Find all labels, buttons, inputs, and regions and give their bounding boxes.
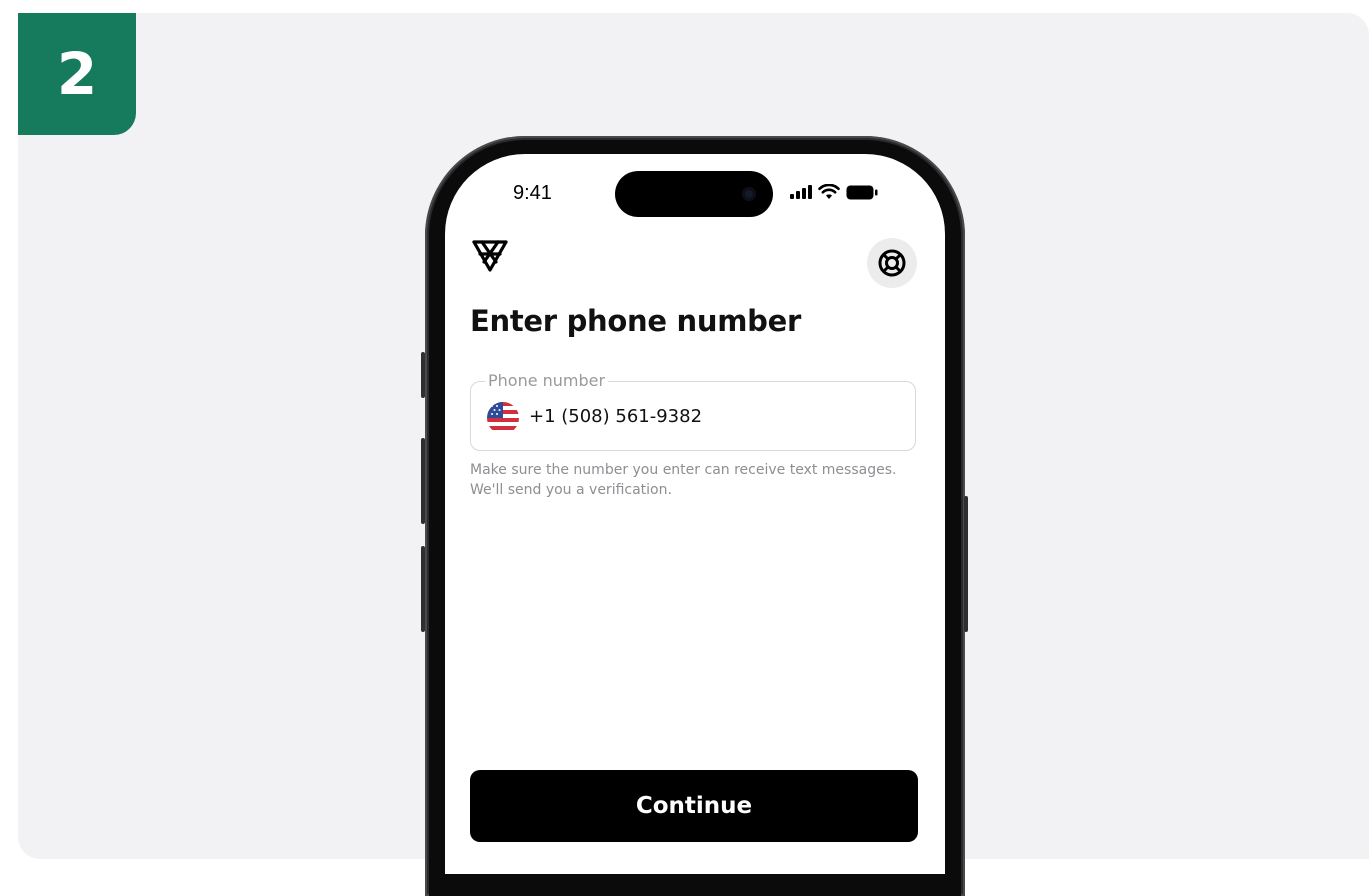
dynamic-island bbox=[615, 171, 773, 217]
side-button-action bbox=[421, 352, 425, 398]
status-icons bbox=[790, 184, 878, 200]
lifebuoy-icon bbox=[878, 249, 906, 277]
signal-icon bbox=[790, 185, 812, 199]
step-badge: 2 bbox=[18, 13, 136, 135]
step-number: 2 bbox=[56, 40, 98, 108]
helper-line-2: We'll send you a verification. bbox=[470, 482, 672, 498]
side-button-power bbox=[964, 496, 968, 632]
phone-number-label: Phone number bbox=[485, 371, 609, 390]
helper-line-1: Make sure the number you enter can recei… bbox=[470, 462, 897, 478]
helper-text: Make sure the number you enter can recei… bbox=[470, 460, 920, 500]
phone-number-field[interactable]: Phone number +1 (508) 561-9382 bbox=[470, 371, 916, 451]
side-button-volume-down bbox=[421, 546, 425, 632]
phone-number-value[interactable]: +1 (508) 561-9382 bbox=[529, 406, 702, 427]
status-time: 9:41 bbox=[513, 182, 552, 204]
page-title: Enter phone number bbox=[470, 304, 801, 338]
battery-icon bbox=[846, 185, 878, 199]
brand-logo-icon bbox=[472, 240, 508, 272]
wifi-icon bbox=[818, 184, 840, 199]
continue-button[interactable]: Continue bbox=[470, 770, 918, 842]
us-flag-icon[interactable] bbox=[487, 402, 519, 434]
phone-screen: 9:41 Enter phone number Phone number +1 … bbox=[445, 154, 945, 874]
side-button-volume-up bbox=[421, 438, 425, 524]
camera-icon bbox=[742, 187, 756, 201]
help-button[interactable] bbox=[867, 238, 917, 288]
